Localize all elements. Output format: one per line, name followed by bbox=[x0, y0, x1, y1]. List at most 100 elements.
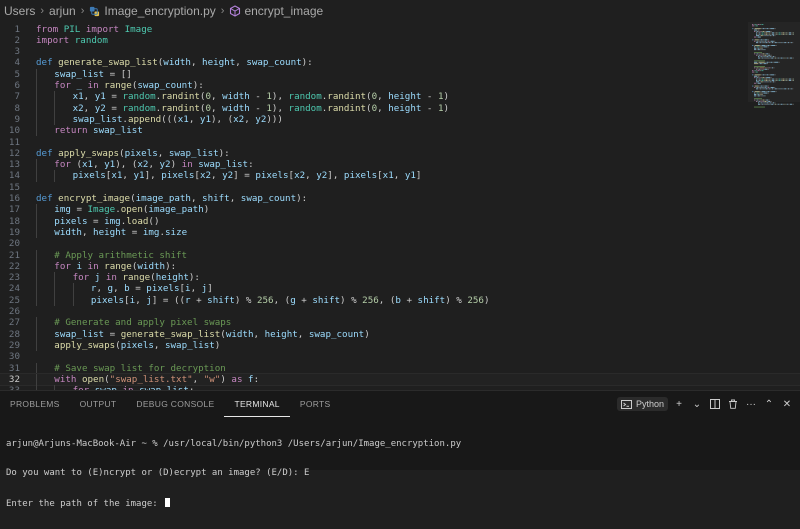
minimap-token bbox=[758, 63, 759, 64]
code-line[interactable]: 32with open("swap_list.txt", "w") as f: bbox=[0, 374, 800, 385]
breadcrumb-arjun[interactable]: arjun bbox=[49, 4, 76, 18]
tab-output[interactable]: OUTPUT bbox=[70, 391, 127, 417]
minimap-token bbox=[759, 48, 760, 49]
tab-ports[interactable]: PORTS bbox=[290, 391, 341, 417]
tab-terminal[interactable]: TERMINAL bbox=[224, 391, 289, 417]
code-line[interactable]: 27# Generate and apply pixel swaps bbox=[0, 317, 800, 328]
minimap-token bbox=[765, 62, 766, 63]
code-line[interactable]: 28swap_list = generate_swap_list(width, … bbox=[0, 329, 800, 340]
minimap-token bbox=[769, 74, 770, 75]
code-line[interactable]: 23for j in range(height): bbox=[0, 272, 800, 283]
code-token: , bbox=[254, 329, 265, 340]
new-terminal-icon[interactable]: + bbox=[672, 397, 686, 411]
minimap-token bbox=[765, 81, 766, 82]
more-actions-icon[interactable]: ··· bbox=[744, 397, 758, 411]
code-line[interactable]: 30 bbox=[0, 351, 800, 362]
minimap-token bbox=[759, 93, 760, 94]
editor-scrollbar[interactable] bbox=[792, 22, 800, 390]
code-line[interactable]: 10return swap_list bbox=[0, 125, 800, 136]
code-line[interactable]: 12def apply_swaps(pixels, swap_list): bbox=[0, 148, 800, 159]
terminal-output[interactable]: arjun@Arjuns-MacBook-Air ~ % /usr/local/… bbox=[6, 421, 786, 529]
minimap-token bbox=[781, 32, 782, 33]
line-number: 7 bbox=[0, 91, 20, 102]
code-line[interactable]: 24r, g, b = pixels[i, j] bbox=[0, 283, 800, 294]
line-number: 1 bbox=[0, 24, 20, 35]
tab-problems[interactable]: PROBLEMS bbox=[0, 391, 70, 417]
bottom-panel: PROBLEMS OUTPUT DEBUG CONSOLE TERMINAL P… bbox=[0, 390, 800, 470]
code-token: width bbox=[222, 91, 250, 102]
indent-guide bbox=[36, 340, 37, 351]
minimap-token bbox=[767, 55, 768, 56]
minimap-token bbox=[761, 39, 763, 40]
minimap-token bbox=[764, 63, 767, 64]
line-number: 32 bbox=[0, 374, 20, 385]
trash-icon[interactable] bbox=[726, 397, 740, 411]
minimap-token bbox=[772, 42, 773, 43]
code-line[interactable]: 5swap_list = [] bbox=[0, 69, 800, 80]
code-line[interactable]: 13for (x1, y1), (x2, y2) in swap_list: bbox=[0, 159, 800, 170]
chevron-down-icon[interactable]: ⌄ bbox=[690, 397, 704, 411]
minimap[interactable] bbox=[750, 22, 794, 112]
breadcrumb-users[interactable]: Users bbox=[4, 4, 35, 18]
code-line[interactable]: 17img = Image.open(image_path) bbox=[0, 204, 800, 215]
minimap-token bbox=[784, 42, 786, 43]
code-line[interactable]: 9swap_list.append(((x1, y1), (x2, y2))) bbox=[0, 114, 800, 125]
split-terminal-icon[interactable] bbox=[708, 397, 722, 411]
code-token: = bbox=[130, 283, 147, 294]
minimap-token bbox=[767, 101, 768, 102]
minimap-token bbox=[755, 28, 761, 29]
code-token: y2 bbox=[316, 170, 327, 181]
code-token: y2 bbox=[95, 103, 106, 114]
code-line[interactable]: 8x2, y2 = random.randint(0, width - 1), … bbox=[0, 103, 800, 114]
code-line[interactable]: 7x1, y1 = random.randint(0, width - 1), … bbox=[0, 91, 800, 102]
code-line[interactable]: 22for i in range(width): bbox=[0, 261, 800, 272]
maximize-panel-icon[interactable]: ⌃ bbox=[762, 397, 776, 411]
code-token: ) bbox=[364, 329, 370, 340]
code-line[interactable]: 4def generate_swap_list(width, height, s… bbox=[0, 57, 800, 68]
code-line[interactable]: 15 bbox=[0, 182, 800, 193]
code-line[interactable]: 11 bbox=[0, 137, 800, 148]
code-line[interactable]: 2import random bbox=[0, 35, 800, 46]
indent-guide bbox=[36, 91, 37, 102]
code-line[interactable]: 6for _ in range(swap_count): bbox=[0, 80, 800, 91]
code-line[interactable]: 29apply_swaps(pixels, swap_list) bbox=[0, 340, 800, 351]
code-line[interactable]: 18pixels = img.load() bbox=[0, 216, 800, 227]
line-number: 10 bbox=[0, 125, 20, 136]
code-line[interactable]: 19width, height = img.size bbox=[0, 227, 800, 238]
minimap-token bbox=[762, 91, 766, 92]
code-token: ) bbox=[484, 295, 490, 306]
minimap-token bbox=[757, 30, 759, 31]
tab-debug-console[interactable]: DEBUG CONSOLE bbox=[126, 391, 224, 417]
code-editor[interactable]: 1from PIL import Image2import random34de… bbox=[0, 22, 800, 390]
minimap-token bbox=[772, 79, 774, 80]
minimap-token bbox=[760, 80, 761, 81]
code-line[interactable]: 1from PIL import Image bbox=[0, 24, 800, 35]
code-line[interactable]: 20 bbox=[0, 238, 800, 249]
indent-guide bbox=[36, 374, 37, 385]
chevron-right-icon: › bbox=[40, 5, 44, 17]
minimap-token bbox=[766, 58, 768, 59]
close-panel-icon[interactable]: ✕ bbox=[780, 397, 794, 411]
minimap-token bbox=[769, 41, 770, 42]
minimap-token bbox=[769, 28, 770, 29]
code-line[interactable]: 26 bbox=[0, 306, 800, 317]
breadcrumb-symbol[interactable]: encrypt_image bbox=[244, 4, 323, 18]
minimap-token bbox=[752, 72, 754, 73]
code-line[interactable]: 31# Save swap list for decryption bbox=[0, 363, 800, 374]
minimap-token bbox=[763, 49, 764, 50]
minimap-token bbox=[762, 79, 764, 80]
breadcrumb-file[interactable]: Image_encryption.py bbox=[104, 4, 215, 18]
minimap-token bbox=[786, 58, 787, 59]
code-line[interactable]: 3 bbox=[0, 46, 800, 57]
minimap-token bbox=[769, 32, 770, 33]
minimap-token bbox=[771, 80, 772, 81]
code-token: ) bbox=[204, 204, 210, 215]
minimap-token bbox=[765, 104, 766, 105]
code-line[interactable]: 25pixels[i, j] = ((r + shift) % 256, (g … bbox=[0, 295, 800, 306]
terminal-selector[interactable]: Python bbox=[617, 397, 668, 411]
code-line[interactable]: 16def encrypt_image(image_path, shift, s… bbox=[0, 193, 800, 204]
minimap-token bbox=[761, 81, 763, 82]
code-line[interactable]: 14pixels[x1, y1], pixels[x2, y2] = pixel… bbox=[0, 170, 800, 181]
code-line[interactable]: 21# Apply arithmetic shift bbox=[0, 250, 800, 261]
minimap-token bbox=[760, 95, 761, 96]
